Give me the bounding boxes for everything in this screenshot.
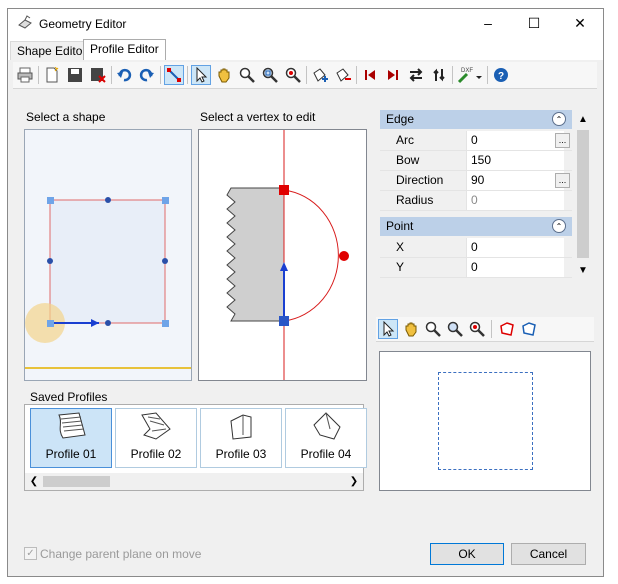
tab-shape-editor[interactable]: Shape Editor <box>10 41 94 60</box>
zoom-window-icon[interactable] <box>445 319 465 339</box>
undo-icon[interactable] <box>114 65 134 85</box>
zoom-extents-icon[interactable] <box>283 65 303 85</box>
property-name: Radius <box>380 191 466 210</box>
profiles-scrollbar[interactable]: ❮ ❯ <box>25 473 363 490</box>
geometry-editor-icon <box>17 15 33 34</box>
profile-name: Profile 01 <box>45 447 97 461</box>
property-row-bow[interactable]: Bow 150 <box>380 151 572 171</box>
shape-blue-icon[interactable] <box>519 319 539 339</box>
point-category-header[interactable]: Point ⌃ <box>380 217 572 236</box>
direction-ellipsis-button[interactable]: ... <box>555 173 570 188</box>
pan-hand-icon[interactable] <box>214 65 234 85</box>
point-category-title: Point <box>386 219 414 233</box>
shape-red-icon[interactable] <box>497 319 517 339</box>
profile-name: Profile 04 <box>300 447 352 461</box>
dxf-label: DXF <box>461 68 473 74</box>
dxf-import-icon[interactable]: DXF <box>456 65 484 85</box>
scroll-left-icon[interactable]: ❮ <box>27 473 41 490</box>
x-value[interactable]: 0 <box>466 238 564 257</box>
ok-button[interactable]: OK <box>430 543 504 565</box>
edge-category-header[interactable]: Edge ⌃ <box>380 110 572 129</box>
change-parent-plane-label: Change parent plane on move <box>40 547 202 561</box>
arc-value[interactable]: 0 <box>466 131 564 150</box>
property-scrollbar[interactable]: ▲ ▼ <box>575 112 591 279</box>
zoom-icon[interactable] <box>237 65 257 85</box>
profile-name: Profile 03 <box>215 447 267 461</box>
shape-canvas[interactable] <box>24 129 192 381</box>
scroll-down-icon[interactable]: ▼ <box>575 263 591 279</box>
preview-shape <box>438 372 533 470</box>
tab-strip: Shape Editor Profile Editor <box>8 38 603 60</box>
first-icon[interactable] <box>360 65 380 85</box>
scroll-up-icon[interactable]: ▲ <box>575 112 591 128</box>
property-name: Direction <box>380 171 466 190</box>
scroll-right-icon[interactable]: ❯ <box>347 473 361 490</box>
reverse-icon[interactable] <box>406 65 426 85</box>
redo-icon[interactable] <box>137 65 157 85</box>
zoom-icon[interactable] <box>423 319 443 339</box>
cancel-button[interactable]: Cancel <box>511 543 586 565</box>
collapse-icon[interactable]: ⌃ <box>552 219 566 233</box>
collapse-icon[interactable]: ⌃ <box>552 112 566 126</box>
profile-tile[interactable]: Profile 01 <box>30 408 112 468</box>
new-icon[interactable] <box>42 65 62 85</box>
print-icon[interactable] <box>15 65 35 85</box>
vertex-panel-label: Select a vertex to edit <box>200 110 316 124</box>
preview-toolbar <box>376 317 594 342</box>
scroll-thumb[interactable] <box>43 476 110 487</box>
vertex-canvas[interactable] <box>198 129 367 381</box>
property-row-radius[interactable]: Radius 0 <box>380 191 572 211</box>
shape-panel-label: Select a shape <box>26 110 106 124</box>
saved-profiles-list: Profile 01 Profile 02 Profile 03 Profile… <box>24 404 367 491</box>
help-icon[interactable]: ? <box>491 65 511 85</box>
minimize-button[interactable]: – <box>465 9 511 38</box>
property-row-y[interactable]: Y 0 <box>380 258 572 278</box>
profile-tile[interactable]: Profile 03 <box>200 408 282 468</box>
main-toolbar: DXF ? <box>13 62 597 89</box>
profile-04-icon <box>313 412 341 440</box>
profile-01-icon <box>58 412 86 439</box>
pan-hand-icon[interactable] <box>401 319 421 339</box>
property-name: Y <box>380 258 466 277</box>
tab-profile-editor[interactable]: Profile Editor <box>83 39 166 60</box>
bow-value[interactable]: 150 <box>466 151 564 170</box>
title-bar: Geometry Editor – ☐ ✕ <box>8 9 603 38</box>
flip-icon[interactable] <box>429 65 449 85</box>
save-icon[interactable] <box>65 65 85 85</box>
property-name: Bow <box>380 151 466 170</box>
profile-name: Profile 02 <box>130 447 182 461</box>
property-name: Arc <box>380 131 466 150</box>
property-row-arc[interactable]: Arc 0 ... <box>380 131 572 151</box>
profile-tile[interactable]: Profile 04 <box>285 408 367 468</box>
property-row-x[interactable]: X 0 <box>380 238 572 258</box>
property-name: X <box>380 238 466 257</box>
window-title: Geometry Editor <box>39 17 127 31</box>
saved-profiles-label: Saved Profiles <box>30 390 108 404</box>
y-value[interactable]: 0 <box>466 258 564 277</box>
zoom-extents-icon[interactable] <box>467 319 487 339</box>
edge-category-title: Edge <box>386 112 415 126</box>
scroll-thumb[interactable] <box>577 130 589 258</box>
select-arrow-icon[interactable] <box>378 319 398 339</box>
edit-vertex-icon[interactable] <box>164 65 184 85</box>
close-button[interactable]: ✕ <box>557 9 603 38</box>
radius-value: 0 <box>466 191 564 210</box>
change-parent-plane-checkbox[interactable]: ✓ <box>24 547 37 560</box>
select-arrow-icon[interactable] <box>191 65 211 85</box>
zoom-window-icon[interactable] <box>260 65 280 85</box>
profile-tile[interactable]: Profile 02 <box>115 408 197 468</box>
maximize-button[interactable]: ☐ <box>511 9 557 38</box>
remove-vertex-icon[interactable] <box>333 65 353 85</box>
arc-ellipsis-button[interactable]: ... <box>555 133 570 148</box>
property-row-direction[interactable]: Direction 90 ... <box>380 171 572 191</box>
preview-canvas[interactable] <box>379 351 591 491</box>
profile-03-icon <box>230 414 252 440</box>
svg-text:?: ? <box>498 71 504 82</box>
profile-02-icon <box>141 412 171 440</box>
add-vertex-icon[interactable] <box>310 65 330 85</box>
last-icon[interactable] <box>383 65 403 85</box>
delete-icon[interactable] <box>88 65 108 85</box>
property-grid: Edge ⌃ Arc 0 ... Bow 150 Direction 90 ..… <box>378 110 593 282</box>
direction-value[interactable]: 90 <box>466 171 564 190</box>
